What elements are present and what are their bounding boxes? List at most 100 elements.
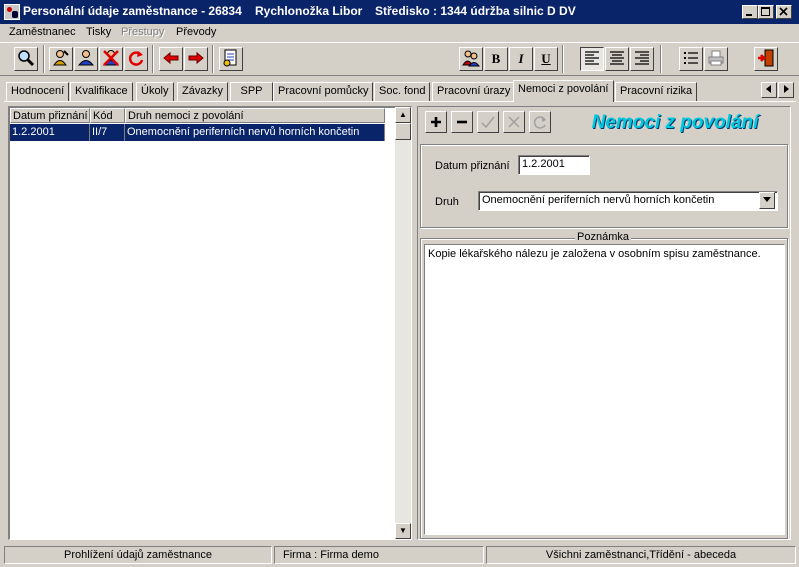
edit-employee-button[interactable] <box>49 47 73 71</box>
menu-zamestnanec[interactable]: Zaměstnanec <box>9 26 76 38</box>
tab-ukoly[interactable]: Úkoly <box>136 82 174 101</box>
add-employee-button[interactable] <box>74 47 98 71</box>
toolbar-separator <box>212 45 214 73</box>
add-record-button[interactable] <box>425 111 447 133</box>
align-left-icon <box>585 51 599 65</box>
italic-label: I <box>518 51 524 66</box>
bullet-list-icon <box>684 52 698 64</box>
type-dropdown-value: Onemocnění periferních nervů horních kon… <box>482 194 715 206</box>
employee-name: Rychlonožka Libor <box>255 4 363 18</box>
close-icon <box>779 7 788 16</box>
tab-nemoci-z-povolani[interactable]: Nemoci z povolání <box>513 80 614 102</box>
plus-icon <box>431 117 441 127</box>
search-button[interactable] <box>14 47 38 71</box>
check-icon <box>481 116 495 129</box>
cross-icon <box>508 116 520 128</box>
app-icon[interactable] <box>4 4 20 20</box>
table-cell-code[interactable]: II/7 <box>90 124 125 141</box>
toolbar-separator <box>43 45 45 73</box>
toolbar-separator <box>660 45 662 73</box>
menu-bar: Zaměstnanec Tisky Přestupy Převody <box>0 24 799 42</box>
reload-icon <box>533 116 546 129</box>
refresh-button[interactable] <box>124 47 148 71</box>
bullet-list-button[interactable] <box>679 47 703 71</box>
align-left-button[interactable] <box>580 47 604 71</box>
arrow-right-icon <box>188 51 204 65</box>
toolbar-separator <box>562 45 564 73</box>
status-company: Firma : Firma demo <box>274 546 484 564</box>
tab-hodnoceni[interactable]: Hodnocení <box>6 82 70 101</box>
type-dropdown[interactable]: Onemocnění periferních nervů horních kon… <box>478 191 778 211</box>
tab-pracovni-rizika[interactable]: Pracovní rizika <box>615 82 698 101</box>
tab-kvalifikace[interactable]: Kvalifikace <box>70 82 133 101</box>
underline-button[interactable]: U <box>534 47 558 71</box>
table-cell-type[interactable]: Onemocnění periferních nervů horních kon… <box>125 124 385 141</box>
cost-center: Středisko : 1344 údržba silnic D DV <box>375 4 576 18</box>
document-list-icon <box>223 49 237 67</box>
type-dropdown-button[interactable] <box>759 192 775 209</box>
table-cell-date[interactable]: 1.2.2001 <box>10 124 90 141</box>
person-add-icon <box>77 50 95 66</box>
printer-icon <box>708 50 724 66</box>
arrow-left-small-icon <box>766 85 771 93</box>
tab-strip-line <box>4 101 796 102</box>
confirm-button[interactable] <box>477 111 499 133</box>
reload-button[interactable] <box>529 111 551 133</box>
tab-scroll-right[interactable] <box>778 82 794 98</box>
records-grid[interactable] <box>8 106 412 540</box>
detail-fields-group <box>420 144 788 228</box>
previous-button[interactable] <box>159 47 183 71</box>
date-label: Datum přiznání <box>435 160 510 172</box>
status-filter: Všichni zaměstnanci,Třídění - abeceda <box>486 546 796 564</box>
refresh-icon <box>128 51 144 66</box>
italic-button[interactable]: I <box>509 47 533 71</box>
column-header-date[interactable]: Datum přiznání <box>10 108 90 123</box>
bold-button[interactable]: B <box>484 47 508 71</box>
align-right-button[interactable] <box>630 47 654 71</box>
delete-record-button[interactable] <box>451 111 473 133</box>
minus-icon <box>457 120 467 124</box>
arrow-left-icon <box>163 51 179 65</box>
grid-scrollbar[interactable]: ▲ ▼ <box>395 107 411 539</box>
users-icon <box>462 50 480 67</box>
type-label: Druh <box>435 196 459 208</box>
scroll-down-button[interactable]: ▼ <box>395 523 411 539</box>
document-button[interactable] <box>219 47 243 71</box>
maximize-icon <box>761 7 770 16</box>
section-heading: Nemoci z povolání <box>591 112 759 133</box>
column-header-type[interactable]: Druh nemoci z povolání <box>125 108 385 123</box>
person-delete-icon <box>102 50 120 66</box>
minimize-icon <box>746 14 752 16</box>
menu-prestupy[interactable]: Přestupy <box>121 26 164 38</box>
users-button[interactable] <box>459 47 483 71</box>
print-button[interactable] <box>704 47 728 71</box>
note-textarea[interactable]: Kopie lékařského nálezu je založena v os… <box>424 244 785 535</box>
tab-spp[interactable]: SPP <box>230 82 273 101</box>
cancel-button[interactable] <box>503 111 525 133</box>
tab-scroll-left[interactable] <box>761 82 777 98</box>
next-button[interactable] <box>184 47 208 71</box>
tab-soc-fond[interactable]: Soc. fond <box>374 82 431 101</box>
tab-pracovni-urazy[interactable]: Pracovní úrazy <box>432 82 516 101</box>
align-center-button[interactable] <box>605 47 629 71</box>
tab-zavazky[interactable]: Závazky <box>177 82 228 101</box>
person-edit-icon <box>53 50 69 66</box>
exit-button[interactable] <box>754 47 778 71</box>
tab-pracovni-pomucky[interactable]: Pracovní pomůcky <box>273 82 374 101</box>
date-field[interactable]: 1.2.2001 <box>518 155 590 175</box>
delete-employee-button[interactable] <box>99 47 123 71</box>
arrow-right-small-icon <box>784 85 789 93</box>
scroll-thumb[interactable] <box>395 123 411 140</box>
magnifier-icon <box>18 50 35 67</box>
close-button[interactable] <box>776 5 792 19</box>
menu-prevody[interactable]: Převody <box>176 26 216 38</box>
minimize-button[interactable] <box>742 5 758 19</box>
status-mode: Prohlížení údajů zaměstnance <box>4 546 272 564</box>
title-bar[interactable]: Personální údaje zaměstnance - 26834 Ryc… <box>0 0 799 24</box>
chevron-down-icon <box>763 197 771 202</box>
underline-label: U <box>541 51 551 66</box>
maximize-button[interactable] <box>758 5 774 19</box>
menu-tisky[interactable]: Tisky <box>86 26 111 38</box>
column-header-code[interactable]: Kód <box>90 108 125 123</box>
scroll-up-button[interactable]: ▲ <box>395 107 411 123</box>
